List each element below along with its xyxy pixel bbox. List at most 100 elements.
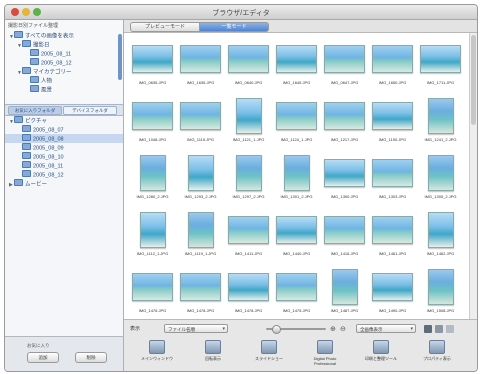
photo-thumbnail[interactable]	[228, 45, 269, 73]
photo-thumbnail[interactable]	[139, 212, 166, 248]
thumbnail-cell[interactable]: IMG_1440.JPG	[274, 207, 319, 263]
thumbnail-cell[interactable]: IMG_1461.JPG	[370, 207, 415, 263]
thumbnail-cell[interactable]: IMG_1475.JPG	[274, 264, 319, 320]
photo-thumbnail[interactable]	[420, 45, 461, 73]
photo-thumbnail[interactable]	[276, 102, 317, 130]
photo-thumbnail[interactable]	[235, 98, 262, 134]
scrollbar-thumb[interactable]	[471, 35, 476, 125]
tree-item[interactable]: ▼ すべての画像を表示	[5, 31, 123, 40]
slider-knob[interactable]	[272, 325, 281, 334]
photo-thumbnail[interactable]	[427, 155, 454, 191]
sidebar-scrollbar[interactable]	[118, 34, 122, 80]
photo-thumbnail[interactable]	[372, 159, 413, 187]
thumbnail-cell[interactable]: IMG_1487.JPG	[322, 264, 367, 320]
photo-thumbnail[interactable]	[228, 273, 269, 301]
tree-item[interactable]: 風景	[5, 85, 123, 94]
photo-thumbnail[interactable]	[324, 159, 365, 187]
photo-thumbnail[interactable]	[180, 273, 221, 301]
sort-select[interactable]: ファイル名順 ▾	[164, 324, 228, 333]
thumbnail-cell[interactable]: IMG_1190.JPG	[370, 93, 415, 149]
tree-item[interactable]: 2005_08_08	[5, 134, 123, 143]
photo-thumbnail[interactable]	[372, 102, 413, 130]
tree-item[interactable]: 2005_08_07	[5, 125, 123, 134]
thumbnail-cell[interactable]: IMG_1305_2.JPG	[418, 150, 463, 206]
thumbnail-cell[interactable]: IMG_1301_2.JPG	[274, 150, 319, 206]
action-button[interactable]: 回転表示	[192, 338, 234, 370]
photo-thumbnail[interactable]	[180, 102, 221, 130]
photo-thumbnail[interactable]	[283, 155, 310, 191]
thumbnail-cell[interactable]: IMG_1280_2.JPG	[130, 150, 175, 206]
zoom-in-icon[interactable]: ⊕	[330, 325, 336, 333]
tree-item[interactable]: ▼ ピクチャ	[5, 116, 123, 125]
photo-thumbnail[interactable]	[324, 102, 365, 130]
add-favorite-button[interactable]: 追加	[27, 352, 59, 363]
tree-item[interactable]: ▼ マイカテゴリー	[5, 67, 123, 76]
tree-item[interactable]: 2005_08_12	[5, 58, 123, 67]
thumbnail-cell[interactable]: IMG_1293_2.JPG	[178, 150, 223, 206]
photo-thumbnail[interactable]	[276, 273, 317, 301]
thumbnail-cell[interactable]: IMG_1490.JPG	[370, 264, 415, 320]
tab-device-folders[interactable]: デバイスフォルダ	[63, 106, 117, 115]
photo-thumbnail[interactable]	[235, 155, 262, 191]
thumbnail-size-slider[interactable]	[266, 325, 326, 334]
photo-thumbnail[interactable]	[331, 269, 358, 305]
view-list-icon[interactable]	[435, 325, 443, 333]
action-button[interactable]: プロパティ表示	[416, 338, 458, 370]
tree-item[interactable]: ▼ 撮影日	[5, 40, 123, 49]
filter-select[interactable]: 全画像表示 ▾	[356, 324, 416, 333]
photo-thumbnail[interactable]	[324, 45, 365, 73]
photo-thumbnail[interactable]	[276, 216, 317, 244]
view-detail-icon[interactable]	[446, 325, 454, 333]
thumbnail-cell[interactable]: IMG_0640.JPG	[226, 36, 271, 92]
tree-item[interactable]: 2005_08_10	[5, 152, 123, 161]
photo-thumbnail[interactable]	[372, 273, 413, 301]
thumbnail-cell[interactable]: IMG_1303.JPG	[370, 150, 415, 206]
grid-scrollbar[interactable]	[469, 33, 477, 319]
tree-item[interactable]: ▶ ムービー	[5, 179, 123, 188]
thumbnail-cell[interactable]: IMG_1112_1.JPG	[130, 207, 175, 263]
thumbnail-cell[interactable]: IMG_1476.JPG	[130, 264, 175, 320]
photo-thumbnail[interactable]	[372, 216, 413, 244]
thumbnail-cell[interactable]: IMG_0647.JPG	[322, 36, 367, 92]
photo-thumbnail[interactable]	[324, 216, 365, 244]
photo-thumbnail[interactable]	[187, 212, 214, 248]
photo-thumbnail[interactable]	[132, 102, 173, 130]
photo-thumbnail[interactable]	[180, 45, 221, 73]
thumbnail-cell[interactable]: IMG_1711.JPG	[418, 36, 463, 92]
tab-list-mode[interactable]: 一覧モード	[199, 22, 269, 32]
action-button[interactable]: 印刷と整理ツール	[360, 338, 402, 370]
tab-preview-mode[interactable]: プレビューモード	[130, 22, 200, 32]
tab-favorite-folders[interactable]: お気に入りフォルダ	[8, 106, 62, 115]
thumbnail-cell[interactable]: IMG_1478.JPG	[226, 264, 271, 320]
photo-thumbnail[interactable]	[276, 45, 317, 73]
thumbnail-cell[interactable]: IMG_1119_1.JPG	[178, 207, 223, 263]
thumbnail-cell[interactable]: IMG_1390.JPG	[322, 150, 367, 206]
action-button[interactable]: メインウィンドウ	[136, 338, 178, 370]
tree-item[interactable]: 人物	[5, 76, 123, 85]
photo-thumbnail[interactable]	[427, 269, 454, 305]
action-button[interactable]: Digital Photo Professional	[304, 338, 346, 370]
view-grid-icon[interactable]	[424, 325, 432, 333]
thumbnail-cell[interactable]: IMG_0635.JPG	[130, 36, 175, 92]
photo-thumbnail[interactable]	[132, 45, 173, 73]
photo-thumbnail[interactable]	[427, 98, 454, 134]
thumbnail-cell[interactable]: IMG_1217.JPG	[322, 93, 367, 149]
thumbnail-cell[interactable]: IMG_1462.JPG	[418, 207, 463, 263]
thumbnail-cell[interactable]: IMG_1478.JPG	[178, 264, 223, 320]
photo-thumbnail[interactable]	[372, 45, 413, 73]
photo-thumbnail[interactable]	[132, 273, 173, 301]
thumbnail-cell[interactable]: IMG_1645.JPG	[274, 36, 319, 92]
remove-favorite-button[interactable]: 削除	[75, 352, 107, 363]
thumbnail-cell[interactable]: IMG_1048.JPG	[130, 93, 175, 149]
thumbnail-cell[interactable]: IMG_1508.JPG	[418, 264, 463, 320]
tree-item[interactable]: 2005_08_11	[5, 161, 123, 170]
action-button[interactable]: スライドショー	[248, 338, 290, 370]
tree-item[interactable]: 2005_08_12	[5, 170, 123, 179]
thumbnail-cell[interactable]: IMG_1115.JPG	[178, 93, 223, 149]
thumbnail-cell[interactable]: IMG_1650.JPG	[370, 36, 415, 92]
thumbnail-cell[interactable]: IMG_1121_1.JPG	[226, 93, 271, 149]
photo-thumbnail[interactable]	[228, 216, 269, 244]
thumbnail-cell[interactable]: IMG_1297_2.JPG	[226, 150, 271, 206]
thumbnail-cell[interactable]: IMG_1411.JPG	[226, 207, 271, 263]
tree-item[interactable]: 2005_08_11	[5, 49, 123, 58]
